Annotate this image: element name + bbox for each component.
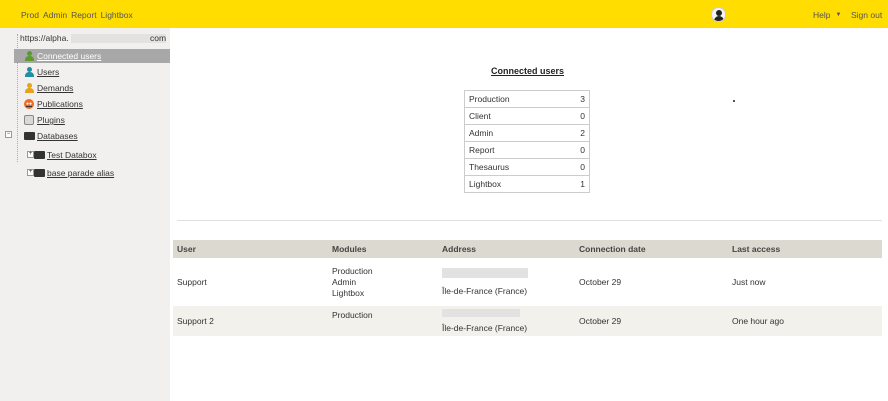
count-row: Thesaurus 0: [464, 158, 590, 176]
cell-modules: Production: [328, 306, 438, 336]
count-value: 0: [574, 107, 590, 125]
url-prefix: https://alpha.: [20, 33, 69, 43]
connected-users-table: User Modules Address Connection date Las…: [173, 240, 882, 336]
sidebar-item-label: Users: [37, 67, 60, 77]
database-icon: [24, 131, 35, 141]
count-value: 1: [574, 175, 590, 193]
divider: [177, 220, 882, 221]
column-header-address: Address: [438, 240, 575, 258]
count-value: 3: [574, 90, 590, 108]
count-value: 0: [574, 158, 590, 176]
database-icon: [34, 150, 45, 160]
page-title: Connected users: [491, 66, 565, 76]
user-avatar-icon[interactable]: [711, 7, 726, 22]
address-region: Île-de-France (France): [442, 286, 528, 296]
cell-last-access: One hour ago: [728, 306, 882, 336]
cell-user: Support: [173, 258, 328, 306]
help-label: Help: [813, 10, 831, 20]
module-item: Production: [332, 265, 373, 276]
sidebar-item-publications[interactable]: ●● Publications: [14, 97, 170, 111]
cell-modules: Production Admin Lightbox: [328, 258, 438, 306]
count-label: Thesaurus: [464, 158, 575, 176]
table-row: Support Production Admin Lightbox Île-de…: [173, 258, 882, 306]
sidebar-item-base-parade-alias[interactable]: base parade alias: [24, 166, 170, 180]
sidebar-item-label: base parade alias: [47, 168, 115, 178]
url-suffix: com: [150, 33, 167, 43]
plugin-icon: [24, 115, 34, 125]
count-row: Production 3: [464, 90, 590, 108]
help-menu[interactable]: Help ▼: [813, 10, 841, 20]
site-url: https://alpha. com: [20, 33, 170, 45]
publication-icon: ●●: [24, 99, 34, 109]
count-label: Client: [464, 107, 575, 125]
table-header-row: User Modules Address Connection date Las…: [173, 240, 882, 258]
decorative-dot: [733, 100, 735, 102]
cell-address: Île-de-France (France): [438, 258, 575, 306]
sidebar: https://alpha. com Connected users Users…: [0, 28, 170, 401]
count-label: Production: [464, 90, 575, 108]
nav-prod-link[interactable]: Prod: [21, 10, 39, 20]
sidebar-item-databases[interactable]: Databases: [14, 129, 170, 143]
nav-report-link[interactable]: Report: [71, 10, 97, 20]
sidebar-item-label: Test Databox: [47, 150, 97, 160]
sidebar-item-test-databox[interactable]: Test Databox: [24, 148, 170, 162]
user-green-icon: [24, 51, 34, 61]
connected-counts-table: Production 3 Client 0 Admin 2 Report 0 Thesa…: [464, 90, 590, 193]
collapse-databases-icon[interactable]: −: [5, 131, 12, 138]
count-row: Admin 2: [464, 124, 590, 142]
chevron-down-icon: ▼: [835, 12, 842, 18]
count-label: Report: [464, 141, 575, 159]
sidebar-item-label: Publications: [37, 99, 83, 109]
sidebar-item-users[interactable]: Users: [14, 65, 170, 79]
sidebar-item-label: Databases: [37, 131, 78, 141]
nav-admin-link[interactable]: Admin: [43, 10, 67, 20]
user-teal-icon: [24, 67, 34, 77]
cell-connection-date: October 29: [575, 258, 728, 306]
address-region: Île-de-France (France): [442, 323, 528, 333]
sign-out-link[interactable]: Sign out: [851, 10, 882, 20]
sidebar-item-connected-users[interactable]: Connected users: [14, 49, 170, 63]
redacted-ip: [442, 309, 520, 317]
redacted-ip: [442, 268, 528, 278]
cell-last-access: Just now: [728, 258, 882, 306]
count-row: Lightbox 1: [464, 175, 590, 193]
column-header-user: User: [173, 240, 328, 258]
sidebar-item-label: Demands: [37, 83, 74, 93]
cell-user: Support 2: [173, 306, 328, 336]
count-label: Lightbox: [464, 175, 575, 193]
sidebar-item-plugins[interactable]: Plugins: [14, 113, 170, 127]
column-header-last-access: Last access: [728, 240, 882, 258]
module-item: Lightbox: [332, 287, 365, 298]
top-nav: Prod Admin Report Lightbox: [21, 10, 133, 20]
module-item: Admin: [332, 276, 357, 287]
count-value: 2: [574, 124, 590, 142]
column-header-connection-date: Connection date: [575, 240, 728, 258]
sidebar-item-label: Plugins: [37, 115, 65, 125]
module-item: Production: [332, 310, 373, 320]
cell-connection-date: October 29: [575, 306, 728, 336]
nav-lightbox-link[interactable]: Lightbox: [101, 10, 133, 20]
top-bar: Prod Admin Report Lightbox Help ▼ Sign o…: [0, 0, 888, 28]
count-row: Report 0: [464, 141, 590, 159]
database-icon: [34, 168, 45, 178]
cell-address: Île-de-France (France): [438, 306, 575, 336]
table-row: Support 2 Production Île-de-France (Fran…: [173, 306, 882, 336]
column-header-modules: Modules: [328, 240, 438, 258]
sidebar-item-demands[interactable]: Demands: [14, 81, 170, 95]
sidebar-item-label: Connected users: [37, 51, 102, 61]
user-orange-icon: [24, 83, 34, 93]
count-value: 0: [574, 141, 590, 159]
count-label: Admin: [464, 124, 575, 142]
count-row: Client 0: [464, 107, 590, 125]
